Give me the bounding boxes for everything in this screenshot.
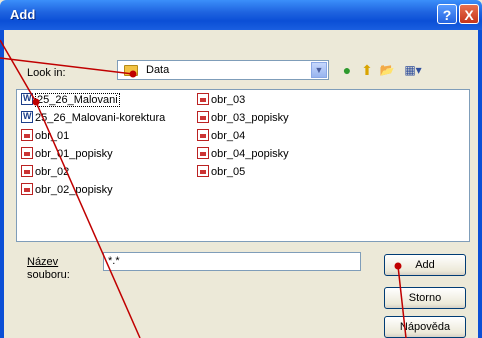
chevron-down-icon[interactable]: ▼: [311, 62, 327, 78]
image-file-icon: [197, 165, 209, 178]
list-item[interactable]: obr_02_popisky: [21, 183, 113, 200]
filename-label-line1: Název: [27, 256, 59, 268]
help-button[interactable]: Nápověda: [384, 316, 466, 338]
image-file-icon: [197, 93, 209, 106]
image-file-icon: [21, 129, 33, 142]
list-item[interactable]: obr_04_popisky: [197, 147, 289, 164]
close-icon[interactable]: X: [459, 4, 479, 24]
filename-label: Název souboru:: [27, 256, 70, 282]
filename-label-line2: souboru:: [27, 269, 70, 281]
cancel-button[interactable]: Storno: [384, 287, 466, 309]
lookin-value: Data: [146, 64, 170, 76]
filename-input[interactable]: *.*: [103, 252, 361, 271]
list-item[interactable]: obr_03: [197, 93, 245, 110]
add-dialog: Add ? X Look in: Data ▼ ● ⬆ 📂 ▦▾ 25_26_M…: [0, 0, 482, 338]
window-border-right: [478, 30, 482, 338]
image-file-icon: [197, 129, 209, 142]
list-item[interactable]: obr_03_popisky: [197, 111, 289, 128]
image-file-icon: [197, 147, 209, 160]
image-file-icon: [21, 165, 33, 178]
word-document-icon: [21, 111, 33, 124]
file-list[interactable]: 25_26_Malovani 25_26_Malovani-korektura …: [16, 89, 470, 242]
list-item[interactable]: obr_05: [197, 165, 245, 182]
window-border-left: [0, 30, 4, 338]
list-item[interactable]: obr_02: [21, 165, 69, 182]
callout-line-lookin: [0, 57, 134, 75]
back-icon[interactable]: ●: [338, 61, 356, 79]
image-file-icon: [21, 147, 33, 160]
list-item[interactable]: obr_01: [21, 129, 69, 146]
view-menu-icon[interactable]: ▦▾: [400, 61, 426, 79]
lookin-label: Look in:: [27, 67, 66, 79]
list-item[interactable]: 25_26_Malovani: [21, 93, 120, 110]
image-file-icon: [21, 183, 33, 196]
new-folder-icon[interactable]: 📂: [378, 61, 396, 79]
word-document-icon: [21, 93, 33, 106]
list-item[interactable]: 25_26_Malovani-korektura: [21, 111, 165, 128]
list-item[interactable]: obr_04: [197, 129, 245, 146]
up-folder-icon[interactable]: ⬆: [358, 61, 376, 79]
add-button[interactable]: Add: [384, 254, 466, 276]
list-item[interactable]: obr_01_popisky: [21, 147, 113, 164]
image-file-icon: [197, 111, 209, 124]
help-icon[interactable]: ?: [437, 4, 457, 24]
folder-icon: [124, 65, 138, 76]
lookin-combobox[interactable]: Data ▼: [117, 60, 329, 80]
dialog-title: Add: [10, 7, 36, 22]
title-bar[interactable]: Add ? X: [0, 0, 482, 30]
